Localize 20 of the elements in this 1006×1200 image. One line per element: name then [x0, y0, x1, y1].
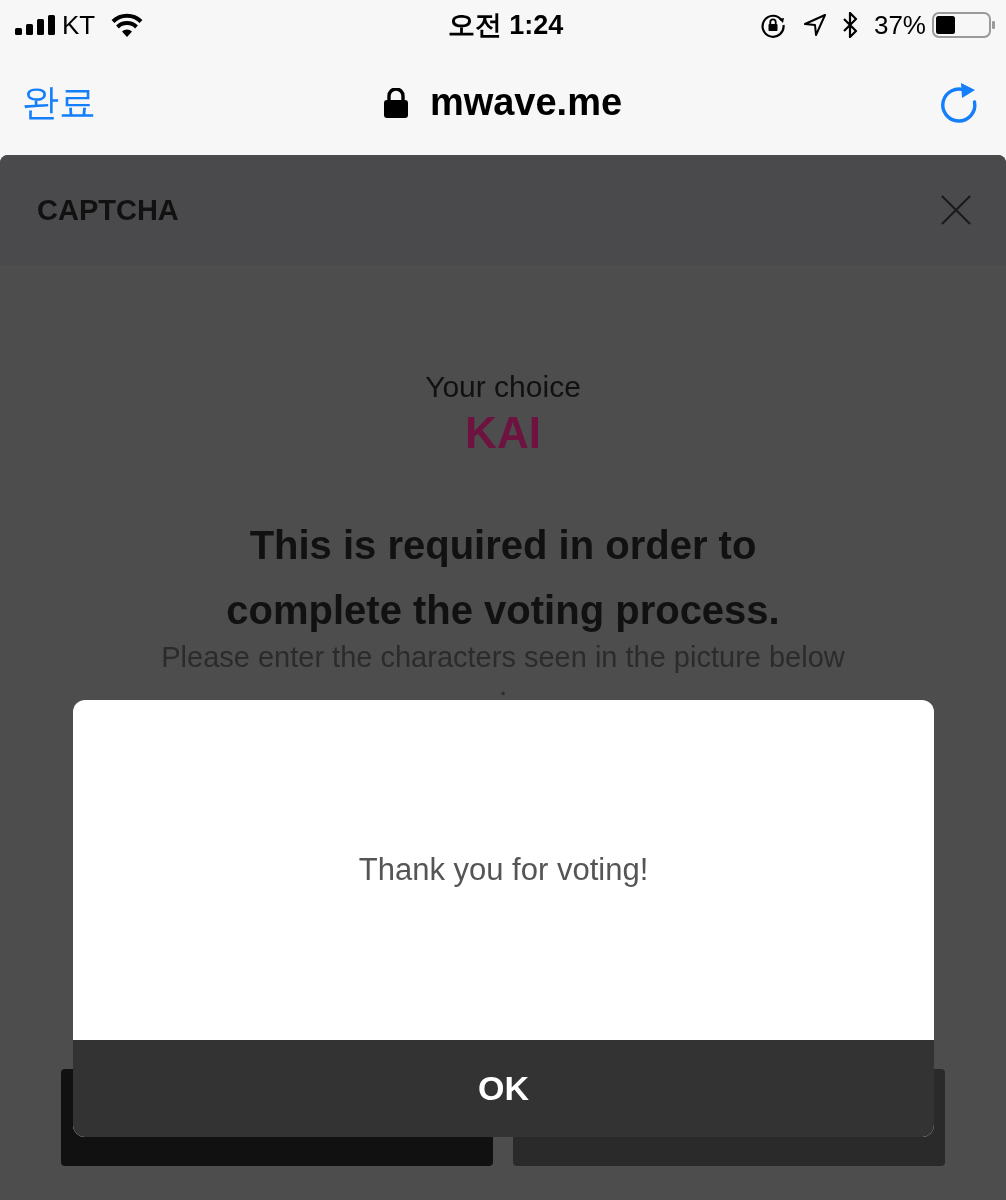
battery-icon — [932, 12, 996, 38]
choice-name: KAI — [465, 407, 541, 459]
reload-icon[interactable] — [939, 80, 979, 125]
alert-message: Thank you for voting! — [358, 852, 649, 888]
clock-time: 오전 1:24 — [447, 9, 564, 42]
battery-percent: 37% — [873, 9, 926, 41]
wifi-icon — [111, 13, 144, 37]
close-icon[interactable] — [941, 195, 971, 225]
captcha-heading: This is required in order to complete the voting process. — [225, 522, 781, 634]
carrier-name: KT — [62, 9, 96, 41]
done-button[interactable]: 완료 — [22, 77, 96, 128]
lock-icon — [383, 87, 408, 118]
modal-title: CAPTCHA — [37, 193, 179, 227]
location-arrow-icon — [803, 14, 826, 36]
signal-icon — [15, 15, 55, 35]
choice-label: Your choice — [425, 369, 581, 405]
url-text[interactable]: mwave.me — [429, 81, 623, 124]
bluetooth-icon — [841, 12, 858, 38]
ok-button[interactable]: OK — [73, 1040, 934, 1137]
rotation-lock-icon — [759, 12, 786, 38]
